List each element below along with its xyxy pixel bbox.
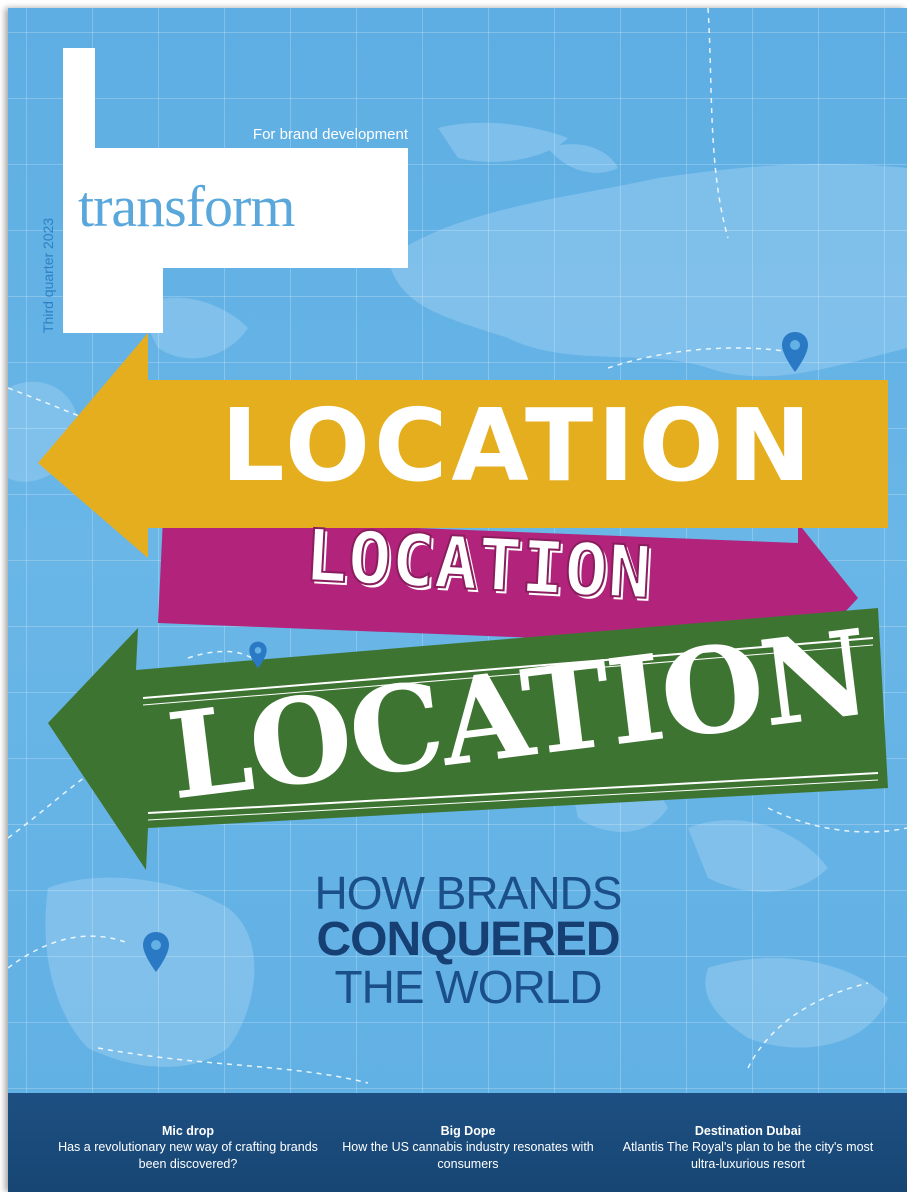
teaser-body: How the US cannabis industry resonates w… — [342, 1140, 594, 1171]
map-pin-icon — [782, 332, 808, 372]
magazine-cover: For brand development transform Third qu… — [8, 8, 907, 1192]
teaser-body: Atlantis The Royal's plan to be the city… — [622, 1140, 874, 1171]
headline-line-3: THE WORLD — [334, 961, 603, 1013]
map-pin-icon — [143, 932, 169, 972]
teaser-title: Mic drop — [161, 1124, 215, 1138]
headline-line-1: HOW BRANDS — [314, 867, 623, 919]
headline-line-2: CONQUERED — [316, 913, 620, 966]
teaser-body: Has a revolutionary new way of crafting … — [58, 1140, 318, 1171]
cover-headline: HOW BRANDS CONQUERED THE WORLD — [248, 870, 688, 1010]
teaser-title: Big Dope — [440, 1124, 496, 1138]
teaser-strip: Mic drop Has a revolutionary new way of … — [8, 1093, 907, 1192]
teaser-item: Mic drop Has a revolutionary new way of … — [58, 1123, 318, 1172]
arrow-top-text: LOCATION — [220, 387, 816, 504]
map-pin-icon — [249, 641, 267, 669]
teaser-title: Destination Dubai — [694, 1124, 802, 1138]
teaser-item: Destination Dubai Atlantis The Royal's p… — [618, 1123, 878, 1172]
teaser-item: Big Dope How the US cannabis industry re… — [338, 1123, 598, 1172]
